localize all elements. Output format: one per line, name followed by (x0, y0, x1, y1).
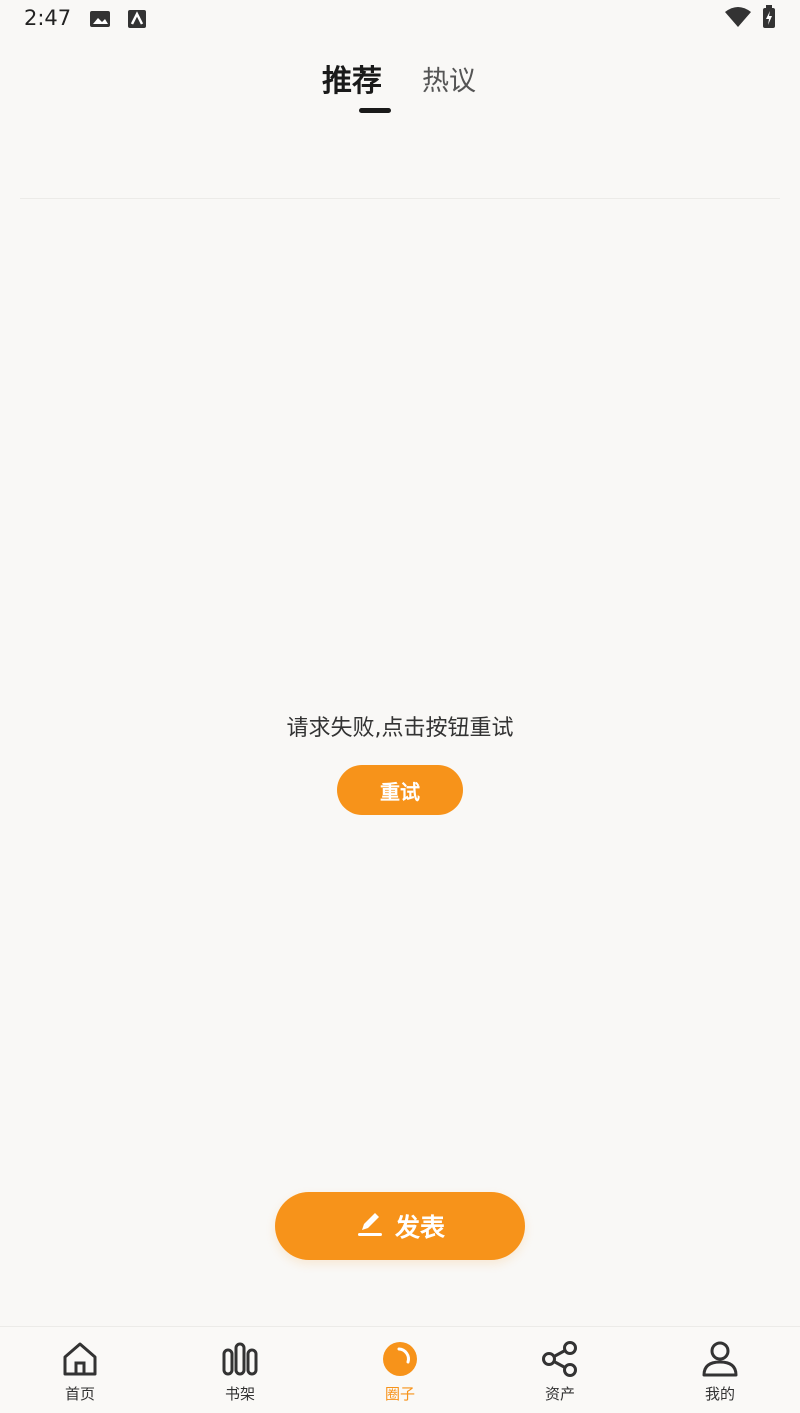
bookshelf-icon (222, 1342, 258, 1376)
share-icon (542, 1341, 577, 1377)
error-message: 请求失败,点击按钮重试 (286, 716, 514, 741)
image-icon (89, 9, 111, 33)
header: 推荐 热议 (20, 40, 780, 199)
home-icon (63, 1342, 97, 1376)
wifi-icon (724, 6, 752, 32)
bottom-nav: 首页 书架 圈子 资产 我的 (0, 1326, 800, 1413)
tab-underline (359, 108, 391, 113)
nav-label-assets: 资产 (544, 1385, 575, 1403)
nav-item-assets[interactable]: 资产 (500, 1327, 620, 1413)
circle-icon (383, 1342, 417, 1376)
retry-button-label: 重试 (380, 779, 420, 804)
nav-item-bookshelf[interactable]: 书架 (180, 1327, 300, 1413)
status-time: 2:47 (24, 6, 72, 30)
profile-icon (702, 1341, 738, 1377)
tab-trending[interactable]: 热议 (422, 59, 476, 98)
nav-item-circle[interactable]: 圈子 (340, 1327, 460, 1413)
retry-button[interactable]: 重试 (337, 765, 463, 815)
nav-label-circle: 圈子 (384, 1385, 415, 1403)
publish-button-label: 发表 (394, 1213, 445, 1242)
battery-icon (762, 5, 776, 33)
nav-label-home: 首页 (64, 1385, 95, 1403)
nav-label-mine: 我的 (704, 1385, 735, 1403)
nav-label-bookshelf: 书架 (224, 1385, 255, 1403)
pencil-icon (355, 1208, 395, 1244)
publish-button[interactable]: 发表 (275, 1192, 525, 1260)
nav-item-mine[interactable]: 我的 (660, 1327, 780, 1413)
tab-recommend[interactable]: 推荐 (322, 56, 382, 100)
nav-item-home[interactable]: 首页 (20, 1327, 140, 1413)
app-icon (127, 9, 147, 33)
status-bar: 2:47 (0, 0, 800, 40)
